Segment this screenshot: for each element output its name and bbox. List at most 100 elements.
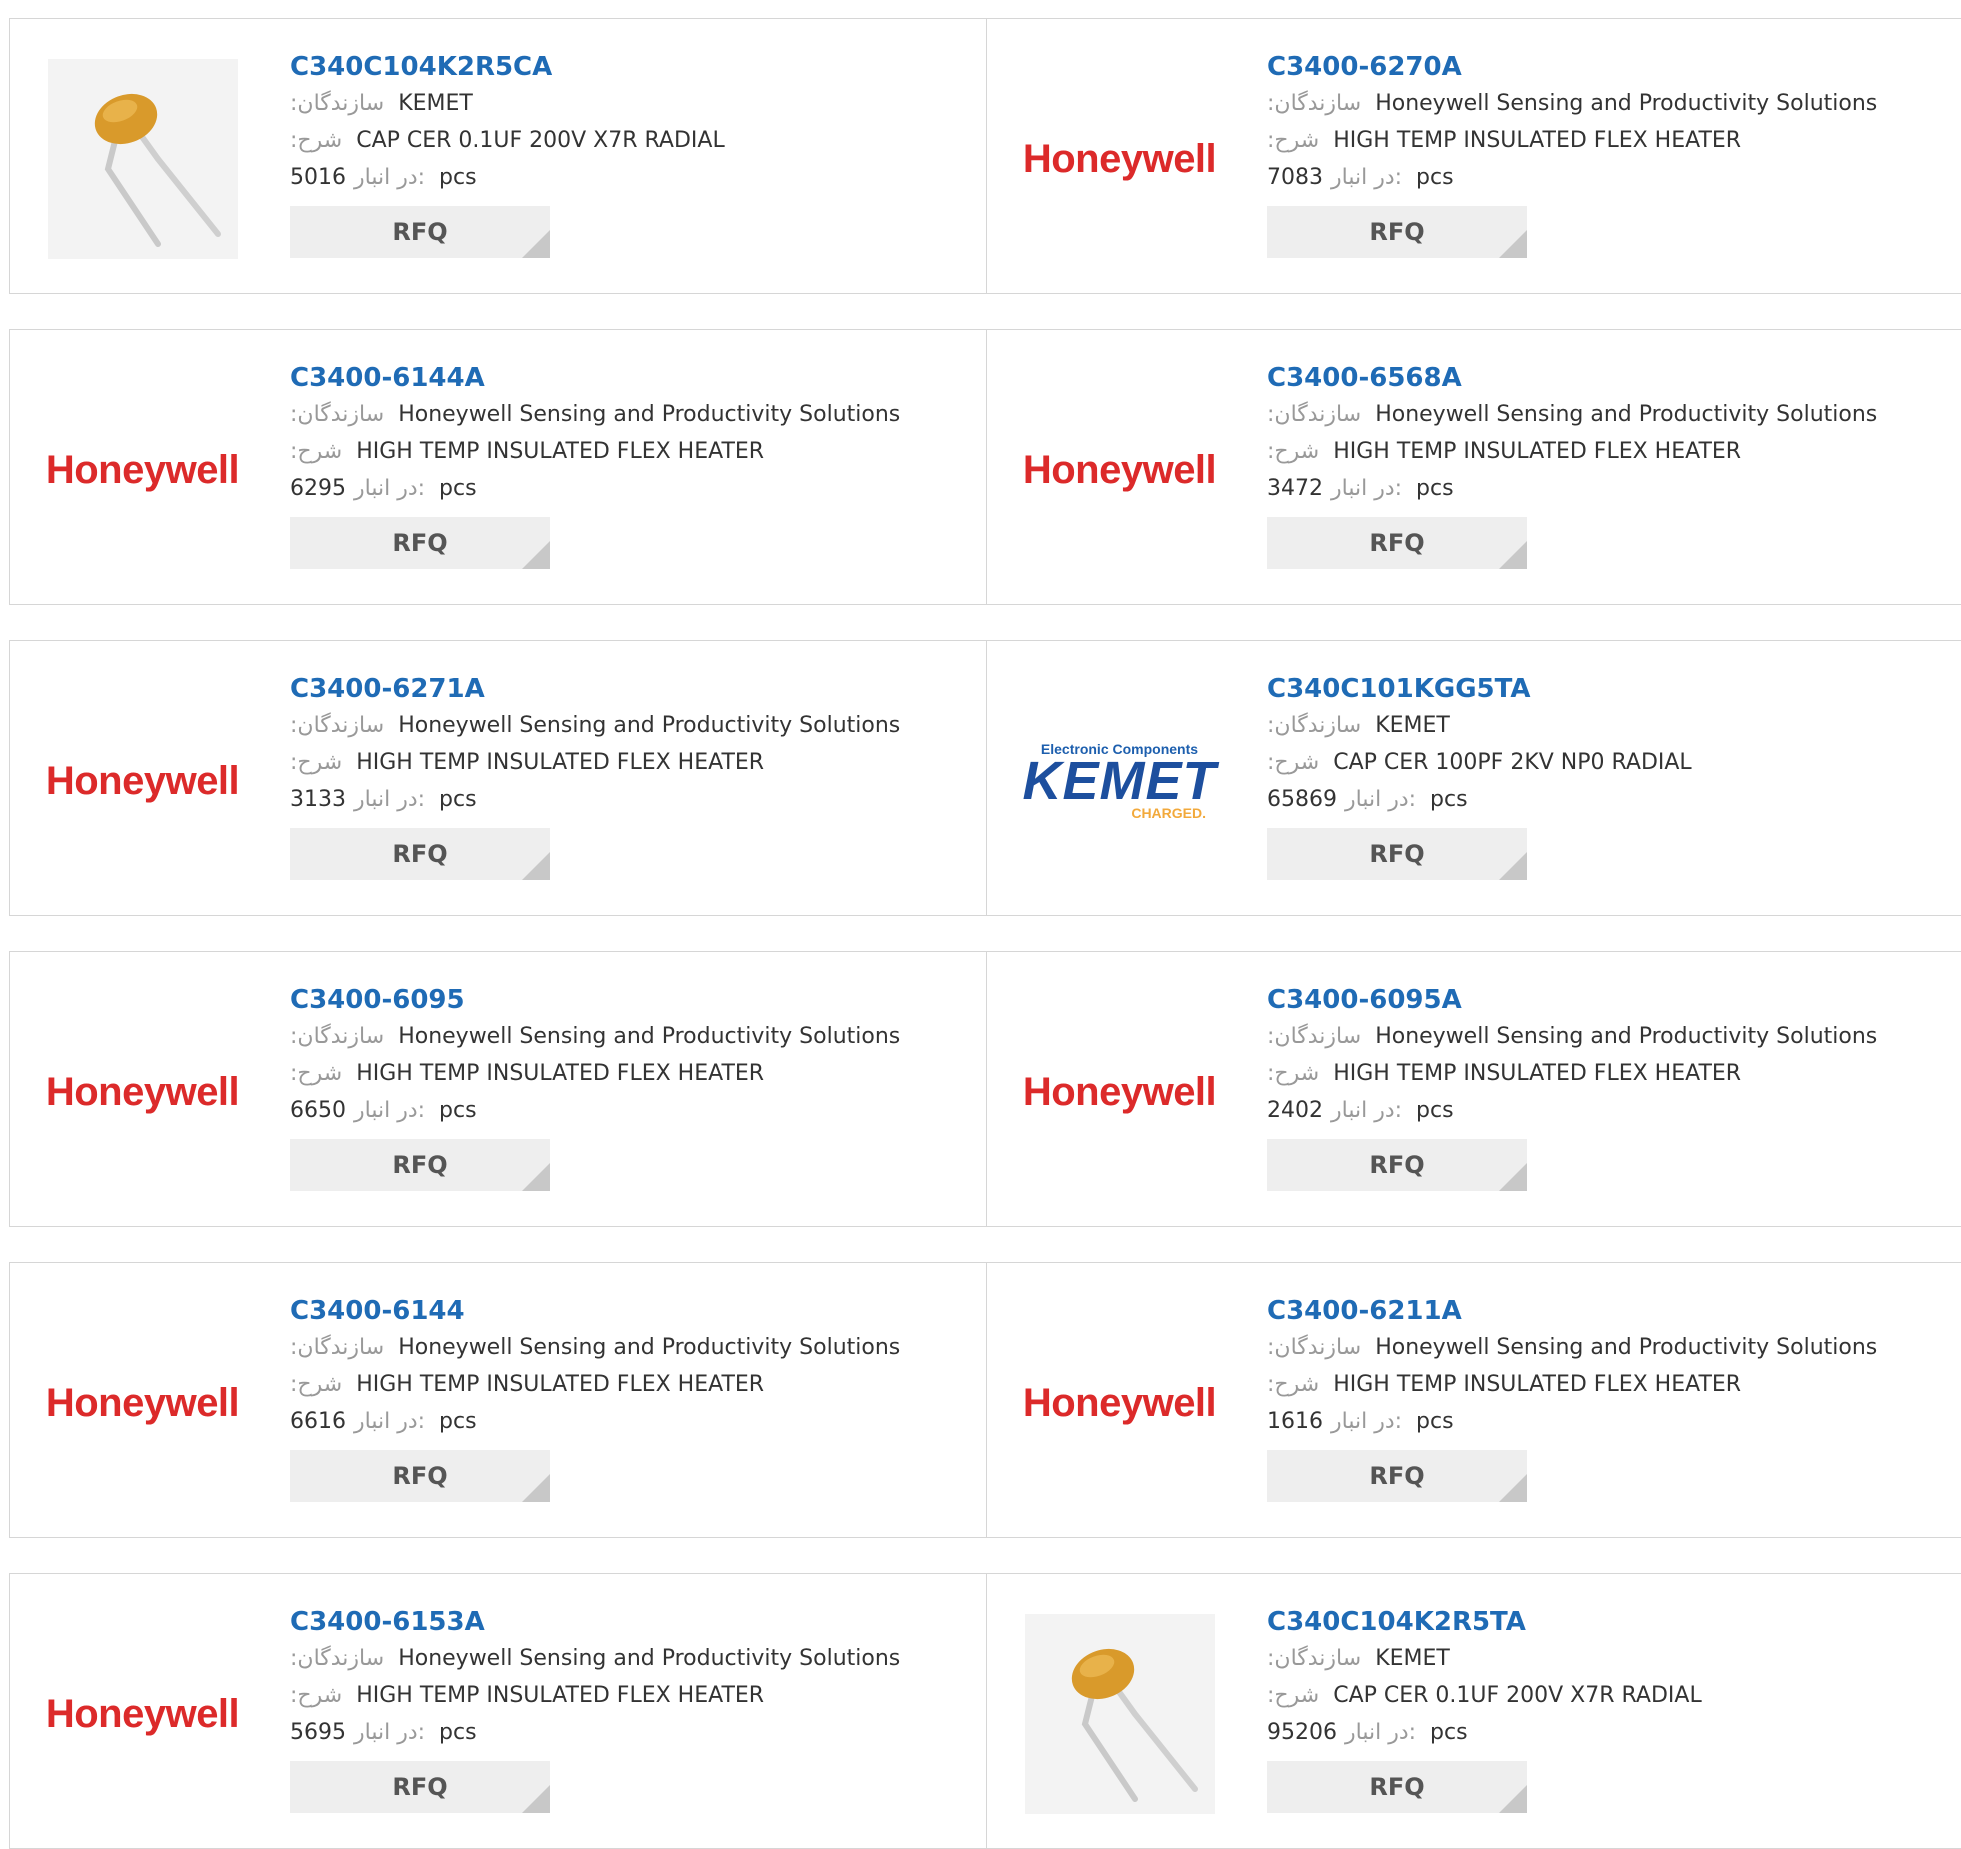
manufacturer-value: KEMET [1375, 713, 1450, 738]
rfq-button[interactable]: RFQ [1267, 1450, 1527, 1502]
rfq-button[interactable]: RFQ [290, 1139, 550, 1191]
stock-quantity: 3133 [290, 787, 346, 812]
rfq-button[interactable]: RFQ [1267, 206, 1527, 258]
product-image[interactable] [1017, 1614, 1222, 1814]
corner-triangle-icon [1499, 1163, 1527, 1191]
part-number-link[interactable]: C3400-6144A [290, 360, 900, 396]
part-number-link[interactable]: C3400-6095 [290, 982, 900, 1018]
stock-unit: pcs [1416, 476, 1454, 501]
stock-row: 5016 در انبار: pcs [290, 159, 725, 196]
manufacturer-label: :سازندگان [1267, 713, 1362, 738]
manufacturer-value: Honeywell Sensing and Productivity Solut… [1375, 1335, 1878, 1360]
part-number-link[interactable]: C340C101KGG5TA [1267, 671, 1692, 707]
product-card: Electronic Components KEMET CHARGED. C340C… [986, 640, 1961, 916]
kemet-wordmark: KEMET [1022, 751, 1217, 811]
rfq-label: RFQ [1369, 218, 1425, 246]
stock-unit: pcs [1416, 1098, 1454, 1123]
manufacturer-row: :سازندگان Honeywell Sensing and Productiv… [290, 1329, 900, 1366]
rfq-button[interactable]: RFQ [1267, 517, 1527, 569]
rfq-button[interactable]: RFQ [1267, 1139, 1527, 1191]
honeywell-logo: Honeywell [1022, 136, 1217, 181]
product-info: C340C101KGG5TA :سازندگان KEMET :شرح CAP CE… [1267, 671, 1692, 880]
manufacturer-row: :سازندگان Honeywell Sensing and Productiv… [290, 1640, 900, 1677]
product-image[interactable]: Honeywell [1017, 1303, 1222, 1503]
stock-quantity: 3472 [1267, 476, 1323, 501]
manufacturer-label: :سازندگان [290, 1024, 385, 1049]
product-image[interactable]: Honeywell [40, 1614, 245, 1814]
kemet-logo: Electronic Components KEMET CHARGED. [1017, 741, 1222, 821]
product-info: C3400-6270A :سازندگان Honeywell Sensing a… [1267, 49, 1877, 258]
description-row: :شرح CAP CER 100PF 2KV NP0 RADIAL [1267, 744, 1692, 781]
rfq-button[interactable]: RFQ [290, 206, 550, 258]
description-row: :شرح CAP CER 0.1UF 200V X7R RADIAL [290, 122, 725, 159]
part-number-link[interactable]: C3400-6271A [290, 671, 900, 707]
stock-row: 1616 در انبار: pcs [1267, 1403, 1877, 1440]
product-image[interactable]: Honeywell [1017, 992, 1222, 1192]
product-card: Honeywell C3400-6271A :سازندگان Honeywell… [9, 640, 987, 916]
manufacturer-label: :سازندگان [290, 1646, 385, 1671]
stock-label: در انبار: [354, 165, 426, 190]
part-number-link[interactable]: C3400-6568A [1267, 360, 1877, 396]
stock-label: در انبار: [354, 1409, 426, 1434]
product-card: C340C104K2R5TA :سازندگان KEMET :شرح CAP CE… [986, 1573, 1961, 1849]
product-image[interactable]: Honeywell [40, 1303, 245, 1503]
product-info: C340C104K2R5CA :سازندگان KEMET :شرح CAP CE… [290, 49, 725, 258]
product-card: Honeywell C3400-6144A :سازندگان Honeywell… [9, 329, 987, 605]
rfq-button[interactable]: RFQ [1267, 1761, 1527, 1813]
part-number-link[interactable]: C3400-6144 [290, 1293, 900, 1329]
manufacturer-value: Honeywell Sensing and Productivity Solut… [1375, 402, 1878, 427]
stock-quantity: 6616 [290, 1409, 346, 1434]
corner-triangle-icon [1499, 1785, 1527, 1813]
manufacturer-label: :سازندگان [290, 1335, 385, 1360]
honeywell-logo: Honeywell [45, 1691, 240, 1736]
description-row: :شرح HIGH TEMP INSULATED FLEX HEATER [290, 433, 900, 470]
part-number-link[interactable]: C3400-6270A [1267, 49, 1877, 85]
manufacturer-label: :سازندگان [290, 713, 385, 738]
description-label: :شرح [1267, 128, 1320, 153]
product-info: C3400-6095A :سازندگان Honeywell Sensing a… [1267, 982, 1877, 1191]
product-card: Honeywell C3400-6270A :سازندگان Honeywell… [986, 18, 1961, 294]
description-label: :شرح [290, 1683, 343, 1708]
stock-label: در انبار: [1345, 787, 1417, 812]
product-info: C3400-6095 :سازندگان Honeywell Sensing an… [290, 982, 900, 1191]
stock-label: در انبار: [1331, 1098, 1403, 1123]
description-row: :شرح HIGH TEMP INSULATED FLEX HEATER [1267, 122, 1877, 159]
part-number-link[interactable]: C3400-6153A [290, 1604, 900, 1640]
rfq-button[interactable]: RFQ [290, 1450, 550, 1502]
product-card: Honeywell C3400-6211A :سازندگان Honeywell… [986, 1262, 1961, 1538]
rfq-button[interactable]: RFQ [1267, 828, 1527, 880]
part-number-link[interactable]: C340C104K2R5TA [1267, 1604, 1702, 1640]
manufacturer-value: KEMET [1375, 1646, 1450, 1671]
part-number-link[interactable]: C3400-6095A [1267, 982, 1877, 1018]
manufacturer-row: :سازندگان KEMET [1267, 1640, 1702, 1677]
product-image[interactable]: Electronic Components KEMET CHARGED. [1017, 681, 1222, 881]
manufacturer-value: Honeywell Sensing and Productivity Solut… [398, 1646, 901, 1671]
stock-row: 7083 در انبار: pcs [1267, 159, 1877, 196]
stock-unit: pcs [439, 1720, 477, 1745]
product-image[interactable]: Honeywell [1017, 370, 1222, 570]
corner-triangle-icon [522, 1474, 550, 1502]
manufacturer-row: :سازندگان Honeywell Sensing and Productiv… [1267, 396, 1877, 433]
product-image[interactable]: Honeywell [40, 992, 245, 1192]
product-card: Honeywell C3400-6568A :سازندگان Honeywell… [986, 329, 1961, 605]
stock-quantity: 6295 [290, 476, 346, 501]
product-info: C340C104K2R5TA :سازندگان KEMET :شرح CAP CE… [1267, 1604, 1702, 1813]
product-image[interactable]: Honeywell [40, 370, 245, 570]
part-number-link[interactable]: C3400-6211A [1267, 1293, 1877, 1329]
rfq-label: RFQ [392, 1462, 448, 1490]
product-list: C340C104K2R5CA :سازندگان KEMET :شرح CAP CE… [0, 0, 1961, 1849]
product-image[interactable] [40, 59, 245, 259]
rfq-button[interactable]: RFQ [290, 1761, 550, 1813]
honeywell-logo: Honeywell [1022, 1380, 1217, 1425]
product-image[interactable]: Honeywell [1017, 59, 1222, 259]
description-value: HIGH TEMP INSULATED FLEX HEATER [1333, 1061, 1742, 1086]
rfq-button[interactable]: RFQ [290, 517, 550, 569]
product-image[interactable]: Honeywell [40, 681, 245, 881]
manufacturer-value: Honeywell Sensing and Productivity Solut… [398, 1335, 901, 1360]
part-number-link[interactable]: C340C104K2R5CA [290, 49, 725, 85]
corner-triangle-icon [522, 541, 550, 569]
manufacturer-row: :سازندگان Honeywell Sensing and Productiv… [290, 396, 900, 433]
stock-quantity: 6650 [290, 1098, 346, 1123]
description-row: :شرح HIGH TEMP INSULATED FLEX HEATER [290, 744, 900, 781]
rfq-button[interactable]: RFQ [290, 828, 550, 880]
